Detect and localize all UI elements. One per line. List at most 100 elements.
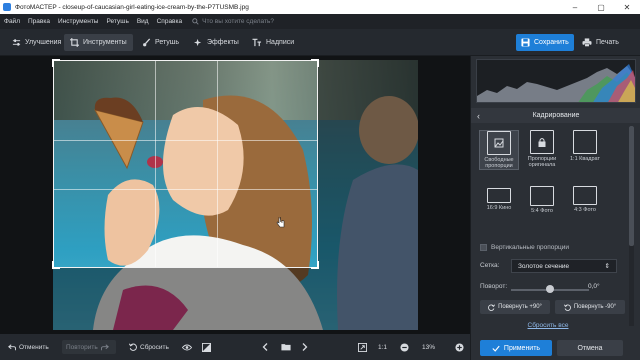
fit-screen-icon <box>358 342 367 352</box>
tab-tools[interactable]: Инструменты <box>64 34 133 51</box>
preview-button[interactable] <box>178 340 199 354</box>
printer-icon <box>582 38 592 47</box>
preset-4-3[interactable]: 4:3 Фото <box>565 184 605 224</box>
checkbox-box[interactable] <box>480 244 487 251</box>
preset-free-label: Свободные пропорции <box>484 157 514 169</box>
menu-view[interactable]: Вид <box>137 18 149 25</box>
reset-all-link[interactable]: Сбросить все <box>471 322 625 329</box>
redo-button[interactable]: Повторить <box>62 340 116 354</box>
minimize-button[interactable]: – <box>562 0 588 14</box>
menu-bar: Файл Правка Инструменты Ретушь Вид Справ… <box>0 14 640 29</box>
rotation-slider-knob[interactable] <box>546 285 554 293</box>
chevron-left-icon <box>262 343 268 351</box>
tab-text-label: Надписи <box>266 39 295 46</box>
print-label: Печать <box>596 39 619 46</box>
tab-text[interactable]: Надписи <box>246 34 300 51</box>
search-icon <box>192 18 199 25</box>
apply-button[interactable]: Применить <box>480 340 552 356</box>
undo-button[interactable]: Отменить <box>4 340 53 354</box>
maximize-button[interactable]: ▢ <box>588 0 614 14</box>
tab-effects[interactable]: Эффекты <box>188 34 245 51</box>
scrollbar-thumb[interactable] <box>629 126 634 246</box>
redo-label: Повторить <box>66 343 98 351</box>
menu-edit[interactable]: Правка <box>28 18 50 25</box>
preset-5-4[interactable]: 5:4 Фото <box>522 184 562 224</box>
tab-effects-label: Эффекты <box>207 39 239 46</box>
tab-retouch-label: Ретушь <box>155 39 180 46</box>
preset-original-label: Пропорции оригинала <box>527 156 557 168</box>
preset-4-3-label: 4:3 Фото <box>574 207 596 213</box>
tab-enhance-label: Улучшения <box>25 39 62 46</box>
grid-select-value: Золотое сечение <box>518 262 570 270</box>
apply-label: Применить <box>503 344 541 352</box>
zoom-out-button[interactable] <box>396 340 416 354</box>
crop-handle-bottom-right[interactable] <box>311 261 319 269</box>
rotate-plus-label: Повернуть +90° <box>498 304 542 310</box>
preset-original[interactable]: Пропорции оригинала <box>522 130 562 170</box>
reset-icon <box>129 343 137 351</box>
preset-16-9[interactable]: 16:9 Кино <box>479 184 519 224</box>
sliders-icon <box>12 39 21 46</box>
vertical-proportions-checkbox[interactable]: Вертикальные пропорции <box>480 244 569 251</box>
reset-button[interactable]: Сбросить <box>125 340 173 354</box>
zoom-ratio-button[interactable]: 1:1 <box>374 340 391 354</box>
crop-grid-line <box>217 61 218 267</box>
app-logo-icon <box>3 3 11 11</box>
menu-help[interactable]: Справка <box>157 18 183 25</box>
floppy-icon <box>521 38 530 47</box>
crop-icon <box>70 38 79 47</box>
search-field[interactable]: Что вы хотите сделать? <box>192 18 274 25</box>
crop-handle-top-left[interactable] <box>52 59 60 67</box>
text-icon <box>252 38 262 47</box>
crop-grid-line <box>155 61 156 267</box>
image-canvas[interactable] <box>0 56 470 334</box>
updown-arrows-icon: ⇕ <box>604 263 610 270</box>
rotate-plus-button[interactable]: Повернуть +90° <box>480 300 550 314</box>
menu-retouch[interactable]: Ретушь <box>106 18 128 25</box>
menu-tools[interactable]: Инструменты <box>58 18 99 25</box>
prev-image-button[interactable] <box>258 340 275 354</box>
rotation-value: 0,0° <box>588 283 600 290</box>
next-image-button[interactable] <box>298 340 315 354</box>
menu-file[interactable]: Файл <box>4 18 20 25</box>
cancel-button[interactable]: Отмена <box>557 340 623 356</box>
crop-frame[interactable] <box>52 59 319 269</box>
rotation-label: Поворот: <box>480 283 508 290</box>
vertical-proportions-label: Вертикальные пропорции <box>491 244 569 251</box>
crop-section-header: ‹ Кадрирование <box>471 108 640 123</box>
crop-handle-top-right[interactable] <box>311 59 319 67</box>
preset-square[interactable]: 1:1 Квадрат <box>565 130 605 170</box>
eye-icon <box>182 344 192 350</box>
crop-grid-line <box>54 140 317 141</box>
save-label: Сохранить <box>534 39 569 46</box>
preset-5-4-label: 5:4 Фото <box>531 208 553 214</box>
close-button[interactable]: ✕ <box>614 0 640 14</box>
crop-free-icon <box>487 131 511 155</box>
crop-dim-bottom <box>53 268 318 330</box>
undo-label: Отменить <box>19 343 49 351</box>
grid-select[interactable]: Золотое сечение ⇕ <box>511 259 617 273</box>
preset-square-label: 1:1 Квадрат <box>569 156 601 162</box>
zoom-in-button[interactable] <box>451 340 471 354</box>
panel-scrollbar[interactable] <box>629 126 634 326</box>
rotate-minus-button[interactable]: Повернуть -90° <box>555 300 625 314</box>
back-arrow-icon[interactable]: ‹ <box>477 111 480 121</box>
compare-icon <box>202 342 211 352</box>
tab-enhance[interactable]: Улучшения <box>6 34 67 51</box>
open-folder-button[interactable] <box>277 340 298 354</box>
minus-circle-icon <box>400 342 409 352</box>
window-title: ФотоМАСТЕР - closeup-of-caucasian-girl-e… <box>15 3 249 11</box>
crop-dim-right <box>318 60 418 330</box>
print-button[interactable]: Печать <box>578 34 628 51</box>
fit-screen-button[interactable] <box>354 340 374 354</box>
zoom-value: 13% <box>422 343 436 351</box>
brush-icon <box>143 38 151 47</box>
preset-free[interactable]: Свободные пропорции <box>479 130 519 170</box>
save-button[interactable]: Сохранить <box>516 34 574 51</box>
tab-retouch[interactable]: Ретушь <box>136 34 185 51</box>
rect-icon <box>573 186 597 205</box>
section-title: Кадрирование <box>532 112 580 119</box>
sparkles-icon <box>194 38 202 47</box>
crop-handle-bottom-left[interactable] <box>52 261 60 269</box>
compare-button[interactable] <box>198 340 218 354</box>
